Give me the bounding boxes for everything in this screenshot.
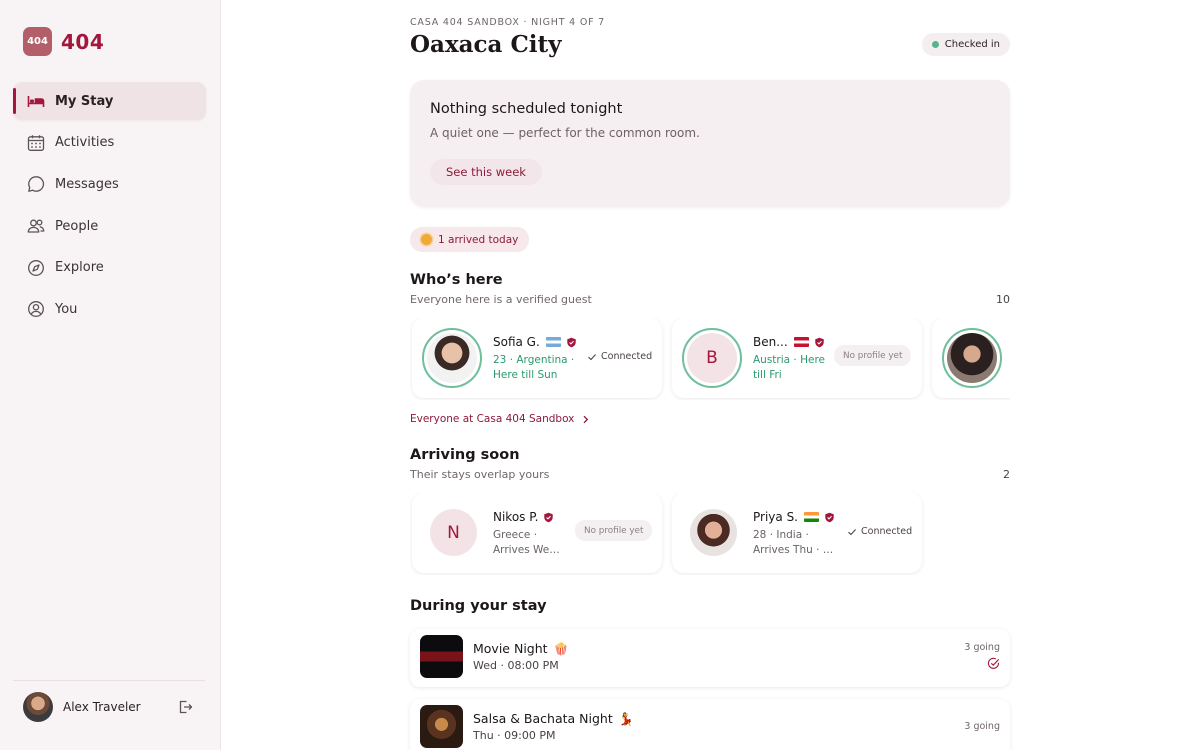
chevron-right-icon <box>583 415 589 423</box>
avatar <box>942 328 1002 388</box>
section-subtitle-whos-here: Everyone here is a verified guest <box>410 293 592 306</box>
austria-flag-icon <box>793 337 809 347</box>
guest-card[interactable]: Priya S. 28 · India · Arrives Thu · 2...… <box>672 493 922 573</box>
stay-eyebrow: CASA 404 SANDBOX · NIGHT 4 OF 7 <box>410 17 606 28</box>
logo-badge: 404 <box>23 27 52 56</box>
verified-shield-icon <box>814 337 824 347</box>
guest-card[interactable] <box>932 318 1010 398</box>
see-this-week-button[interactable]: See this week <box>430 159 542 185</box>
going-check-icon[interactable] <box>987 657 1000 670</box>
guest-name: Sofia G. <box>493 335 540 349</box>
verified-shield-icon <box>567 337 576 347</box>
sidebar-item-label: My Stay <box>55 93 114 109</box>
guest-meta: 23 · Argentina · <box>493 354 575 366</box>
guest-meta: 28 · India · <box>753 529 809 541</box>
event-thumbnail <box>420 705 463 748</box>
arriving-soon-count: 2 <box>1003 468 1010 481</box>
sidebar-item-messages[interactable]: Messages <box>13 165 206 203</box>
sidebar-item-people[interactable]: People <box>13 207 206 245</box>
sidebar-item-you[interactable]: You <box>13 290 206 328</box>
avatar <box>690 509 737 556</box>
sidebar-item-activities[interactable]: Activities <box>13 124 206 162</box>
sun-icon <box>421 234 432 245</box>
no-profile-badge: No profile yet <box>834 345 912 366</box>
everyone-link[interactable]: Everyone at Casa 404 Sandbox <box>410 413 590 425</box>
tonight-subtitle: A quiet one — perfect for the common roo… <box>430 126 700 140</box>
status-badge: Checked in <box>921 33 1010 56</box>
check-icon <box>588 353 597 360</box>
sidebar-nav: My Stay Activities Messages People Explo… <box>13 82 206 332</box>
user-profile[interactable]: Alex Traveler <box>23 692 193 722</box>
logo-text: 404 <box>61 29 105 54</box>
event-going-count: 3 going <box>964 642 1000 653</box>
event-title: Salsa & Bachata Night <box>473 711 613 726</box>
compass-icon <box>27 259 45 277</box>
guest-card[interactable]: B Ben... Austria · Here till Fri No prof… <box>672 318 922 398</box>
event-time: Thu · 09:00 PM <box>473 729 556 742</box>
page-title: Oaxaca City <box>410 31 562 58</box>
sidebar-divider <box>13 680 205 681</box>
india-flag-icon <box>804 512 819 522</box>
avatar: N <box>430 509 477 556</box>
whos-here-cards: Sofia G. 23 · Argentina · Here till Sun … <box>410 318 1010 400</box>
guest-name: Ben... <box>753 335 788 349</box>
guest-card[interactable]: N Nikos P. Greece · Arrives Wed... No pr… <box>412 493 662 573</box>
avatar <box>422 328 482 388</box>
guest-meta: Greece · <box>493 529 538 541</box>
logout-icon[interactable] <box>177 699 193 715</box>
check-icon <box>848 528 857 535</box>
guest-stay: Here till Sun <box>493 369 558 381</box>
guest-stay: Arrives Thu · 2... <box>753 544 835 556</box>
connected-status: Connected <box>847 526 912 537</box>
arrived-today-badge[interactable]: 1 arrived today <box>410 227 530 252</box>
message-bubble-icon <box>27 175 45 193</box>
sidebar-item-label: Messages <box>55 176 119 192</box>
no-profile-badge: No profile yet <box>575 520 653 541</box>
guest-card[interactable]: Sofia G. 23 · Argentina · Here till Sun … <box>412 318 662 398</box>
arriving-soon-cards: N Nikos P. Greece · Arrives Wed... No pr… <box>410 493 1010 575</box>
status-text: Checked in <box>944 39 1000 50</box>
event-time: Wed · 08:00 PM <box>473 659 559 672</box>
bed-icon <box>27 92 45 110</box>
connected-status: Connected <box>587 351 652 362</box>
guest-stay: till Fri <box>753 369 782 381</box>
verified-shield-icon <box>825 512 834 522</box>
event-card[interactable]: Salsa & Bachata Night 💃 Thu · 09:00 PM 3… <box>410 699 1010 750</box>
avatar: B <box>682 328 742 388</box>
tonight-card: Nothing scheduled tonight A quiet one — … <box>410 80 1010 207</box>
guest-name: Nikos P. <box>493 510 539 524</box>
sidebar-item-label: People <box>55 218 99 234</box>
dancer-icon: 💃 <box>618 711 634 726</box>
sidebar-item-my-stay[interactable]: My Stay <box>13 82 206 120</box>
app-logo[interactable]: 404 404 <box>23 27 104 56</box>
verified-shield-icon <box>544 512 554 522</box>
people-icon <box>27 217 45 235</box>
sidebar-item-label: Activities <box>55 135 115 151</box>
tonight-title: Nothing scheduled tonight <box>430 101 623 117</box>
event-title: Movie Night <box>473 641 548 656</box>
sidebar-item-explore[interactable]: Explore <box>13 249 206 287</box>
event-thumbnail <box>420 635 463 678</box>
status-dot <box>931 41 939 48</box>
guest-name: Priya S. <box>753 510 798 524</box>
avatar <box>23 692 53 722</box>
user-circle-icon <box>27 300 45 318</box>
section-title-arriving-soon: Arriving soon <box>410 447 520 463</box>
section-title-whos-here: Who’s here <box>410 272 503 288</box>
sidebar-item-label: You <box>55 301 78 317</box>
event-going-count: 3 going <box>964 721 1000 732</box>
sidebar-item-label: Explore <box>55 260 104 276</box>
calendar-icon <box>27 134 45 152</box>
argentina-flag-icon <box>545 337 561 347</box>
section-title-during-stay: During your stay <box>410 598 547 614</box>
whos-here-count: 10 <box>996 293 1010 306</box>
section-subtitle-arriving-soon: Their stays overlap yours <box>410 468 550 481</box>
guest-stay: Arrives Wed... <box>493 544 565 556</box>
popcorn-icon: 🍿 <box>553 641 569 656</box>
event-card[interactable]: Movie Night 🍿 Wed · 08:00 PM 3 going <box>410 629 1010 687</box>
arrived-today-text: 1 arrived today <box>438 233 519 246</box>
sidebar: 404 404 My Stay Activities Messages Peop… <box>0 0 221 750</box>
user-name: Alex Traveler <box>63 700 141 714</box>
guest-meta: Austria · Here <box>753 354 826 366</box>
